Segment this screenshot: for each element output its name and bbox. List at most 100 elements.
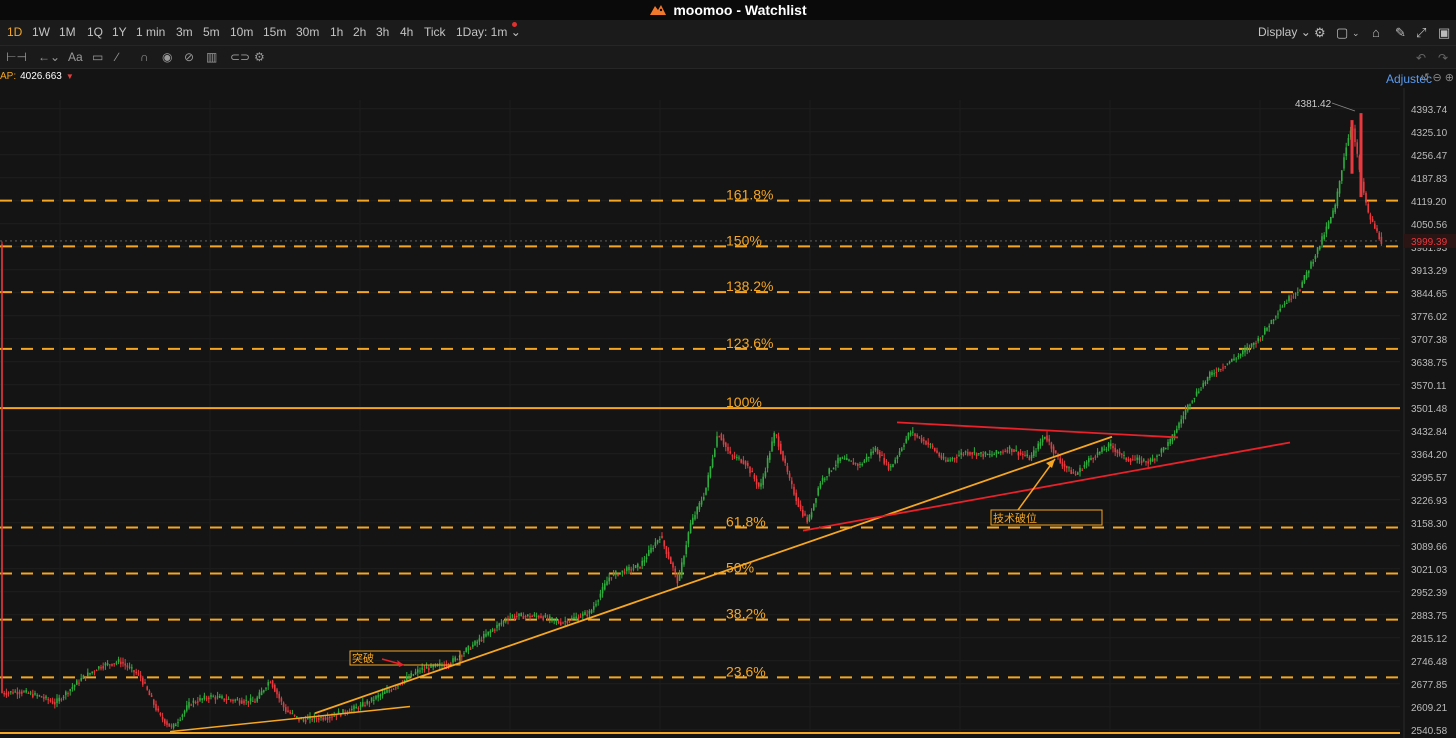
timeframe-tick[interactable]: Tick (424, 25, 446, 39)
candle-body (694, 515, 696, 520)
candle-body (472, 644, 474, 647)
candle-body (315, 718, 318, 720)
undo-icon[interactable]: ↶ (1416, 51, 1426, 65)
candle-body (846, 457, 848, 461)
link-icon[interactable]: ⊂⊃ (230, 50, 250, 64)
candle-body (1085, 461, 1088, 465)
candle-body (247, 700, 250, 704)
candle-body (784, 458, 786, 463)
candle-body (747, 462, 749, 466)
candle-body (923, 439, 925, 441)
candle-body (956, 457, 958, 459)
timeframe-15m[interactable]: 15m (263, 25, 286, 39)
candle-body (621, 570, 624, 573)
candle-body (709, 466, 712, 478)
candle-body (802, 509, 804, 517)
candle-body (733, 456, 736, 458)
candle-body (1125, 457, 1127, 461)
candle-body (456, 658, 459, 660)
candle-body (1303, 275, 1306, 283)
candle-body (1182, 415, 1185, 420)
price-chart[interactable]: 161.8%150%138.2%123.6%100%61.8%50%38.2%2… (0, 88, 1456, 738)
candle-body (1345, 147, 1347, 156)
candle-body (1270, 319, 1273, 325)
candle-body (89, 673, 91, 675)
candle-body (384, 691, 386, 694)
candle-body (210, 695, 212, 697)
timeframe-1w[interactable]: 1W (32, 25, 50, 39)
y-axis-tick-label: 4050.56 (1411, 220, 1448, 231)
candle-body (650, 547, 652, 553)
zoom-controls[interactable]: ↺ ⊖ ⊕ (1420, 71, 1454, 84)
hide-drawings-icon[interactable]: ⊘ (184, 50, 194, 64)
magnet-icon[interactable]: ∩ (140, 50, 149, 64)
pencil-icon[interactable]: ✎ (1395, 25, 1406, 41)
candle-body (14, 691, 16, 693)
candle-body (1233, 358, 1235, 361)
candle-body (870, 451, 872, 456)
timeframe-30m[interactable]: 30m (296, 25, 319, 39)
timeframe-1y[interactable]: 1Y (112, 25, 127, 39)
comment-icon[interactable]: ▭ (92, 50, 103, 64)
range-tool-icon[interactable]: ⊢⊣ (6, 50, 27, 64)
line-tool-icon[interactable]: ∕ (116, 50, 118, 64)
candle-body (168, 723, 170, 727)
candle-body (291, 713, 294, 715)
layout-icon[interactable]: ▢ (1336, 25, 1348, 41)
window-icon[interactable]: ▣ (1438, 25, 1450, 41)
timeframe-4h[interactable]: 4h (400, 25, 413, 39)
candle-body (390, 690, 393, 692)
candle-body (571, 617, 573, 620)
range-selector[interactable]: 1Day: 1m ⌄ (456, 25, 521, 39)
candle-body (740, 459, 742, 463)
gear-icon[interactable]: ⚙ (1314, 25, 1326, 41)
candle-body (777, 436, 780, 447)
timeframe-3m[interactable]: 3m (176, 25, 193, 39)
candle-body (681, 562, 683, 575)
timeframe-3h[interactable]: 3h (376, 25, 389, 39)
eye-icon[interactable]: ◉ (162, 50, 172, 64)
trash-icon[interactable]: ▥ (206, 50, 217, 64)
settings-icon[interactable]: ⚙ (254, 50, 265, 64)
candle-body (280, 698, 283, 702)
candle-body (98, 666, 100, 669)
text-tool-icon[interactable]: Aa (68, 50, 83, 64)
candle-body (540, 616, 542, 618)
candle-body (916, 435, 918, 437)
timeframe-1d[interactable]: 1D (7, 25, 22, 39)
candle-body (1024, 454, 1026, 456)
candle-body (890, 466, 892, 468)
candle-body (1204, 381, 1207, 384)
timeframe-5m[interactable]: 5m (203, 25, 220, 39)
y-axis-tick-label: 2883.75 (1411, 611, 1448, 622)
expand-icon[interactable]: ⤢ (1416, 25, 1426, 41)
candle-body (1325, 226, 1328, 234)
candle-body (131, 667, 133, 669)
camera-icon[interactable]: ⌂ (1372, 25, 1380, 40)
timeframe-2h[interactable]: 2h (353, 25, 366, 39)
timeframe-1h[interactable]: 1h (330, 25, 343, 39)
candle-body (181, 714, 184, 717)
candle-body (843, 458, 846, 460)
timeframe-1m[interactable]: 1M (59, 25, 76, 39)
arrow-left-icon[interactable]: ←⌄ (38, 50, 60, 64)
candle-body (1371, 218, 1374, 222)
timeframe-10m[interactable]: 10m (230, 25, 253, 39)
candle-body (1184, 409, 1187, 415)
candle-body (894, 459, 896, 464)
candle-body (1083, 464, 1086, 468)
candle-body (1072, 471, 1075, 474)
candle-body (142, 677, 144, 685)
candle-body (461, 655, 463, 657)
candle-body (909, 432, 912, 435)
redo-icon[interactable]: ↷ (1438, 51, 1448, 65)
chevron-down-icon[interactable]: ⌄ (1352, 28, 1360, 39)
candle-body (419, 670, 421, 672)
candle-body (1061, 462, 1064, 467)
timeframe-1q[interactable]: 1Q (87, 25, 103, 39)
timeframe-1min[interactable]: 1 min (136, 25, 165, 39)
candle-body (821, 478, 824, 482)
candle-body (271, 680, 274, 688)
display-menu[interactable]: Display ⌄ (1258, 25, 1311, 39)
candle-body (626, 567, 628, 571)
